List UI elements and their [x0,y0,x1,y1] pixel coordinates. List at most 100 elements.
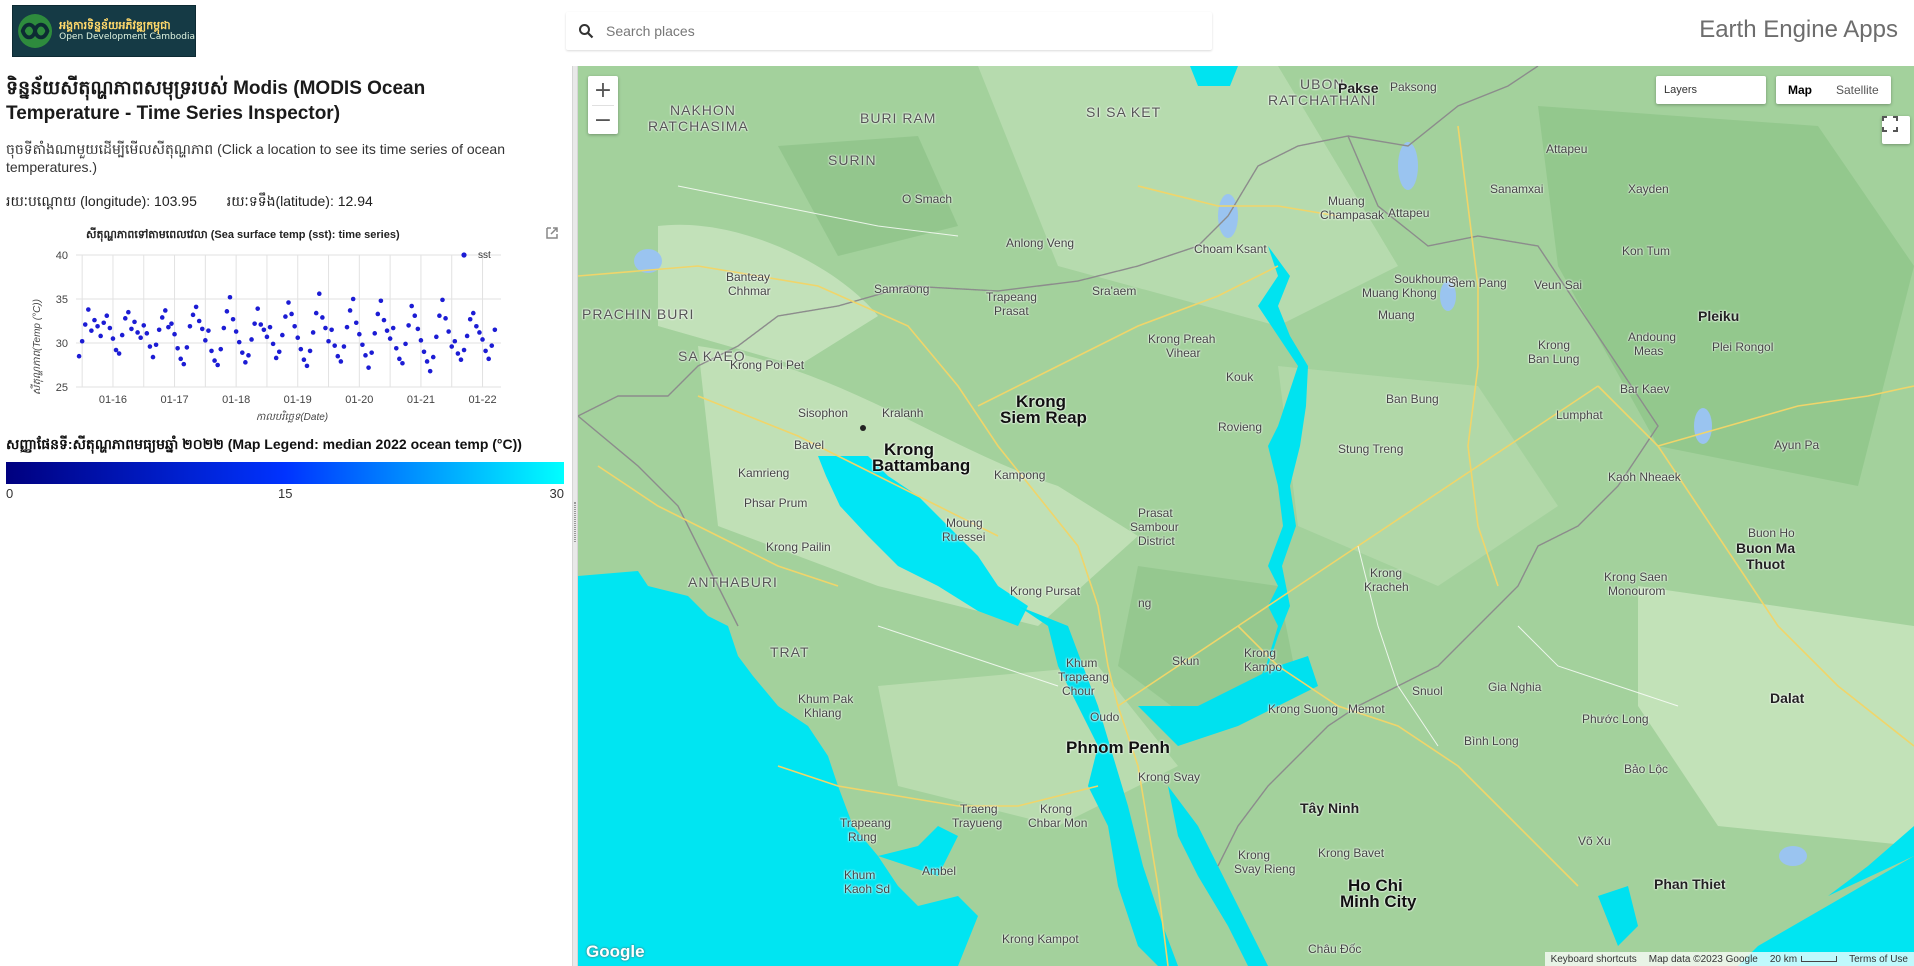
zoom-in-button[interactable]: + [588,76,618,105]
chart-point [86,307,91,312]
panel-description: ចុចទីតាំងណាមួយដើម្បីមើលសីតុណ្ហភាព (Click… [6,141,505,175]
chart-point [415,326,421,332]
chart-point [430,354,436,360]
logo-khmer-text: អង្គការទិន្នន័យអភិវឌ្ឍកម្ពុជា [59,18,171,32]
chart-point [212,358,217,363]
chart-y-ticks: 25 30 35 40 [56,250,68,394]
chart-point [375,311,381,317]
chart-point [166,324,171,330]
chart-title: សីតុណ្ហភាពទៅតាមពេលវេលា (Sea surface temp… [86,227,400,242]
chart-y-tick-label: 40 [56,250,68,262]
popout-icon[interactable] [544,225,560,241]
chart-point [467,316,473,322]
map-canvas[interactable] [578,66,1914,966]
chart-point [264,334,270,340]
panel-title: ទិន្នន័យសីតុណ្ហភាពសមុទ្ររបស់ Modis (MODI… [6,78,426,124]
chart-point [335,353,341,359]
chart-x-tick-label: 01-21 [407,394,435,406]
google-logo: Google [586,942,645,961]
chart-point [267,324,273,330]
chart-point [455,351,461,356]
chart-point [227,294,233,300]
chart-point [323,325,328,331]
map-view[interactable]: NAKHON RATCHASIMA BURI RAM SURIN SI SA K… [578,66,1914,966]
chart-point [489,343,495,348]
map-type-control[interactable]: Map Satellite [1776,76,1891,104]
chart-point [107,325,113,331]
chart-point [452,338,458,344]
chart-point [199,326,205,332]
chart-point [316,291,322,297]
chart-point [104,313,110,319]
chart-point [486,356,491,362]
chart-point [230,316,236,322]
chart-point [243,360,248,365]
chart-point [276,349,282,355]
chart-point [390,325,396,331]
layers-dropdown[interactable]: Layers [1656,76,1766,104]
chart-y-tick-label: 25 [56,382,68,394]
chart-point [310,330,316,335]
chart-point [258,322,264,327]
coordinates-readout: រយៈបណ្តោយ (longitude): 103.95 រយៈទទឹង(la… [6,192,566,213]
chart-point [116,351,122,356]
chart-point [92,317,97,323]
app-title: Earth Engine Apps [1699,16,1898,43]
chart-point [381,317,387,323]
chart-point [153,342,159,348]
clicked-point-marker[interactable] [860,425,866,431]
chart-point [406,323,411,328]
zoom-control[interactable]: + − [588,76,618,134]
keyboard-shortcuts-link[interactable]: Keyboard shortcuts [1545,954,1643,965]
chart-point [218,346,224,352]
map-type-satellite-button[interactable]: Satellite [1824,76,1891,104]
chart-point [360,342,365,348]
zoom-out-button[interactable]: − [588,106,618,135]
search-box[interactable] [566,12,1212,50]
fullscreen-icon[interactable] [1882,116,1910,144]
chart-point [190,312,196,318]
chart-point [163,308,168,313]
splitter-grip-icon[interactable] [574,502,576,542]
chart-point [156,327,162,333]
chart-point [409,303,414,309]
map-legend-title: សញ្ញាផែនទី:សីតុណ្ហភាពមធ្យមឆ្នាំ ២០២២ (Ma… [6,436,522,452]
legend-mid-label: 15 [278,486,293,501]
chart-point [249,337,254,342]
inspector-panel: ទិន្នន័យសីតុណ្ហភាពសមុទ្ររបស់ Modis (MODI… [0,66,572,966]
chart-point [203,338,208,343]
chart-point [113,347,119,353]
search-input[interactable] [606,13,1212,49]
chart-point [101,320,107,326]
chart-point [159,315,165,320]
chart-x-tick-label: 01-22 [468,394,496,406]
chart-point [329,327,334,333]
chart-point [224,309,230,314]
chart-x-tick-label: 01-18 [222,394,250,406]
chart-point [141,323,147,328]
chart-point [320,315,325,320]
chart-point [193,304,199,310]
chart-point [412,313,418,319]
chart-y-tick-label: 30 [56,338,68,350]
chart-point [437,313,442,319]
chart-point [261,327,267,333]
chart-point [301,357,307,363]
search-icon[interactable] [566,12,606,50]
chart-point [110,336,116,341]
chart-point [215,362,220,368]
terms-of-use-link[interactable]: Terms of Use [1843,954,1914,965]
chart-point [236,339,242,345]
chart-y-axis-label: សីតុណ្ហភាព(Temp (°C)) [30,299,44,395]
chart-legend-label: sst [478,250,491,261]
chart-point [449,344,455,349]
map-type-map-button[interactable]: Map [1776,76,1824,104]
chart-point [397,356,402,362]
chart-x-tick-label: 01-19 [284,394,312,406]
logo-english-text: Open Development Cambodia [59,32,195,43]
chart-point [132,319,137,325]
chart-point [384,328,390,333]
chart-point [378,298,384,304]
chart-x-tick-label: 01-17 [160,394,188,406]
chart-point [187,323,193,329]
